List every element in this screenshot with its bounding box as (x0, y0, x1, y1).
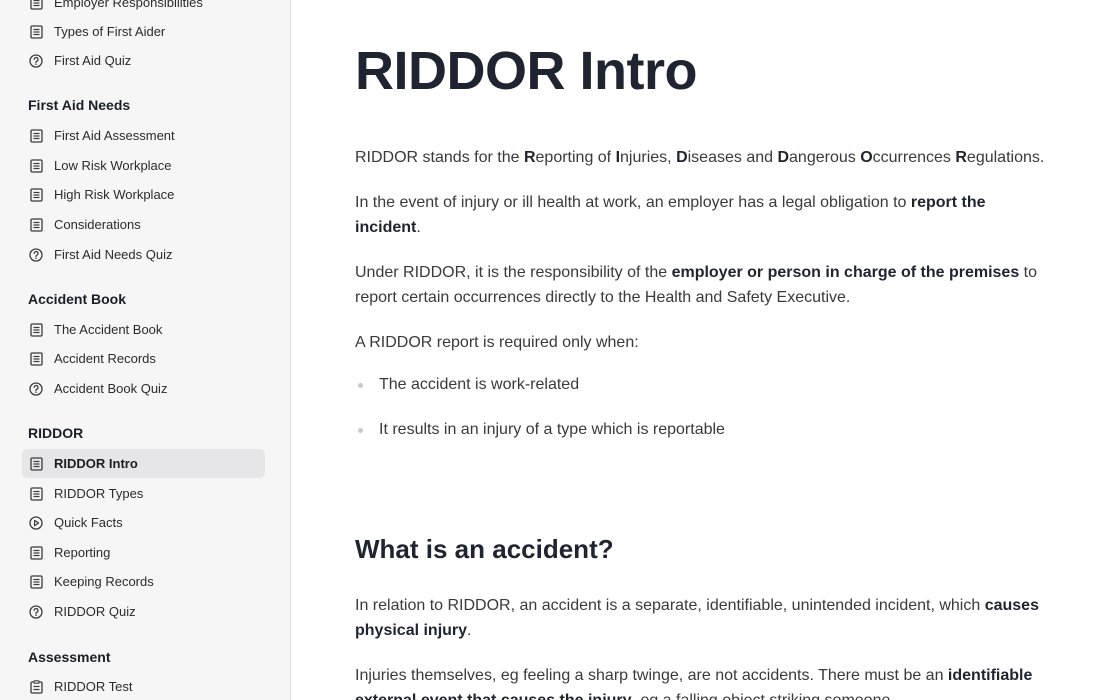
sidebar-item-first-aid-assessment[interactable]: First Aid Assessment (22, 121, 265, 150)
bullet-item: It results in an injury of a type which … (355, 421, 725, 439)
sidebar-item-label: Keeping Records (54, 574, 154, 589)
doc-icon (28, 158, 44, 174)
text-run: angerous (789, 149, 861, 166)
text-run: , eg a falling object striking someone. (632, 692, 895, 700)
sidebar-item-riddor-intro[interactable]: RIDDOR Intro (22, 449, 265, 478)
text-run: . (467, 622, 472, 639)
sidebar-item-considerations[interactable]: Considerations (22, 210, 265, 239)
text-run: . (416, 219, 421, 236)
doc-icon (28, 217, 44, 233)
text-run: njuries, (620, 149, 677, 166)
sidebar-item-keeping-records[interactable]: Keeping Records (22, 567, 265, 596)
sidebar-item-label: The Accident Book (54, 322, 163, 337)
sidebar-item-low-risk-workplace[interactable]: Low Risk Workplace (22, 151, 265, 180)
text-run: egulations. (966, 149, 1045, 166)
bold-text: D (777, 149, 790, 166)
sidebar-item-label: RIDDOR Test (54, 679, 133, 694)
sidebar-item-riddor-quiz[interactable]: RIDDOR Quiz (22, 597, 265, 626)
bullet-text: It results in an injury of a type which … (379, 421, 725, 438)
sidebar-item-label: Accident Records (54, 351, 156, 366)
doc-icon (28, 24, 44, 40)
text-run: Injuries themselves, eg feeling a sharp … (355, 667, 948, 684)
sidebar-item-types-of-first-aider[interactable]: Types of First Aider (22, 17, 265, 46)
sidebar-item-label: First Aid Needs Quiz (54, 247, 173, 262)
sidebar-item-label: Employer Responsibilities (54, 0, 203, 10)
sidebar-item-label: First Aid Assessment (54, 128, 175, 143)
sidebar-item-label: Considerations (54, 217, 141, 232)
doc-icon (28, 0, 44, 11)
text-run: In the event of injury or ill health at … (355, 194, 911, 211)
bold-text: R (955, 149, 967, 166)
bullet-dot (358, 427, 363, 433)
quiz-icon (28, 53, 44, 69)
text-run: RIDDOR stands for the (355, 149, 524, 166)
sidebar-item-label: Accident Book Quiz (54, 381, 168, 396)
bullet-item: The accident is work-related (355, 376, 579, 394)
doc-icon (28, 574, 44, 590)
report-required-paragraph: A RIDDOR report is required only when: (355, 334, 639, 351)
riddor-definition-paragraph: RIDDOR stands for the Reporting of Injur… (355, 145, 1055, 170)
page-title: RIDDOR Intro (355, 41, 697, 101)
sidebar-item-high-risk-workplace[interactable]: High Risk Workplace (22, 180, 265, 209)
sidebar-item-accident-book-quiz[interactable]: Accident Book Quiz (22, 374, 265, 403)
sidebar-item-riddor-test[interactable]: RIDDOR Test (22, 672, 265, 700)
sidebar-item-label: RIDDOR Quiz (54, 604, 136, 619)
play-icon (28, 515, 44, 531)
sidebar-item-accident-records[interactable]: Accident Records (22, 344, 265, 373)
sidebar-item-quick-facts[interactable]: Quick Facts (22, 508, 265, 537)
clipboard-icon (28, 679, 44, 695)
sidebar-item-employer-responsibilities[interactable]: Employer Responsibilities (22, 0, 265, 17)
section-heading: What is an accident? (355, 534, 614, 564)
quiz-icon (28, 604, 44, 620)
text-run: iseases and (687, 149, 778, 166)
sidebar-item-label: Low Risk Workplace (54, 158, 172, 173)
doc-icon (28, 545, 44, 561)
sidebar-item-label: Quick Facts (54, 515, 123, 530)
doc-icon (28, 128, 44, 144)
quiz-icon (28, 247, 44, 263)
text-run: In relation to RIDDOR, an accident is a … (355, 597, 985, 614)
doc-icon (28, 486, 44, 502)
sidebar-item-first-aid-needs-quiz[interactable]: First Aid Needs Quiz (22, 240, 265, 269)
doc-icon (28, 351, 44, 367)
lesson-content: RIDDOR Intro RIDDOR stands for the Repor… (291, 0, 1120, 700)
sidebar-item-label: Types of First Aider (54, 24, 166, 39)
report-obligation-paragraph: In the event of injury or ill health at … (355, 190, 1055, 240)
responsibility-paragraph: Under RIDDOR, it is the responsibility o… (355, 260, 1055, 310)
sidebar-item-label: RIDDOR Types (54, 486, 144, 501)
quiz-icon (28, 381, 44, 397)
text-run: eporting of (535, 149, 616, 166)
bold-text: R (523, 149, 536, 166)
external-event-paragraph: Injuries themselves, eg feeling a sharp … (355, 663, 1055, 700)
course-sidebar: Employer Responsibilities Types of First … (0, 0, 291, 700)
section-heading-riddor: RIDDOR (28, 425, 84, 441)
doc-icon (28, 322, 44, 338)
sidebar-item-first-aid-quiz[interactable]: First Aid Quiz (22, 46, 265, 75)
sidebar-item-the-accident-book[interactable]: The Accident Book (22, 315, 265, 344)
bold-text: O (860, 149, 873, 166)
sidebar-item-label: RIDDOR Intro (54, 456, 138, 471)
section-heading-first-aid-needs: First Aid Needs (28, 97, 131, 113)
sidebar-item-label: Reporting (54, 545, 111, 560)
text-run: Under RIDDOR, it is the responsibility o… (355, 264, 672, 281)
accident-definition-paragraph: In relation to RIDDOR, an accident is a … (355, 593, 1055, 643)
section-heading-assessment: Assessment (28, 649, 111, 665)
bold-text: D (676, 149, 688, 166)
section-heading-accident-book: Accident Book (28, 291, 127, 307)
doc-icon (28, 187, 44, 203)
bullet-text: The accident is work-related (379, 376, 580, 393)
text-run: ccurrences (872, 149, 956, 166)
sidebar-item-label: First Aid Quiz (54, 53, 132, 68)
sidebar-item-riddor-types[interactable]: RIDDOR Types (22, 479, 265, 508)
bullet-dot (358, 382, 363, 388)
sidebar-item-reporting[interactable]: Reporting (22, 538, 265, 567)
doc-icon (28, 456, 44, 472)
bold-text: employer or person in charge of the prem… (671, 264, 1020, 281)
sidebar-item-label: High Risk Workplace (54, 187, 175, 202)
